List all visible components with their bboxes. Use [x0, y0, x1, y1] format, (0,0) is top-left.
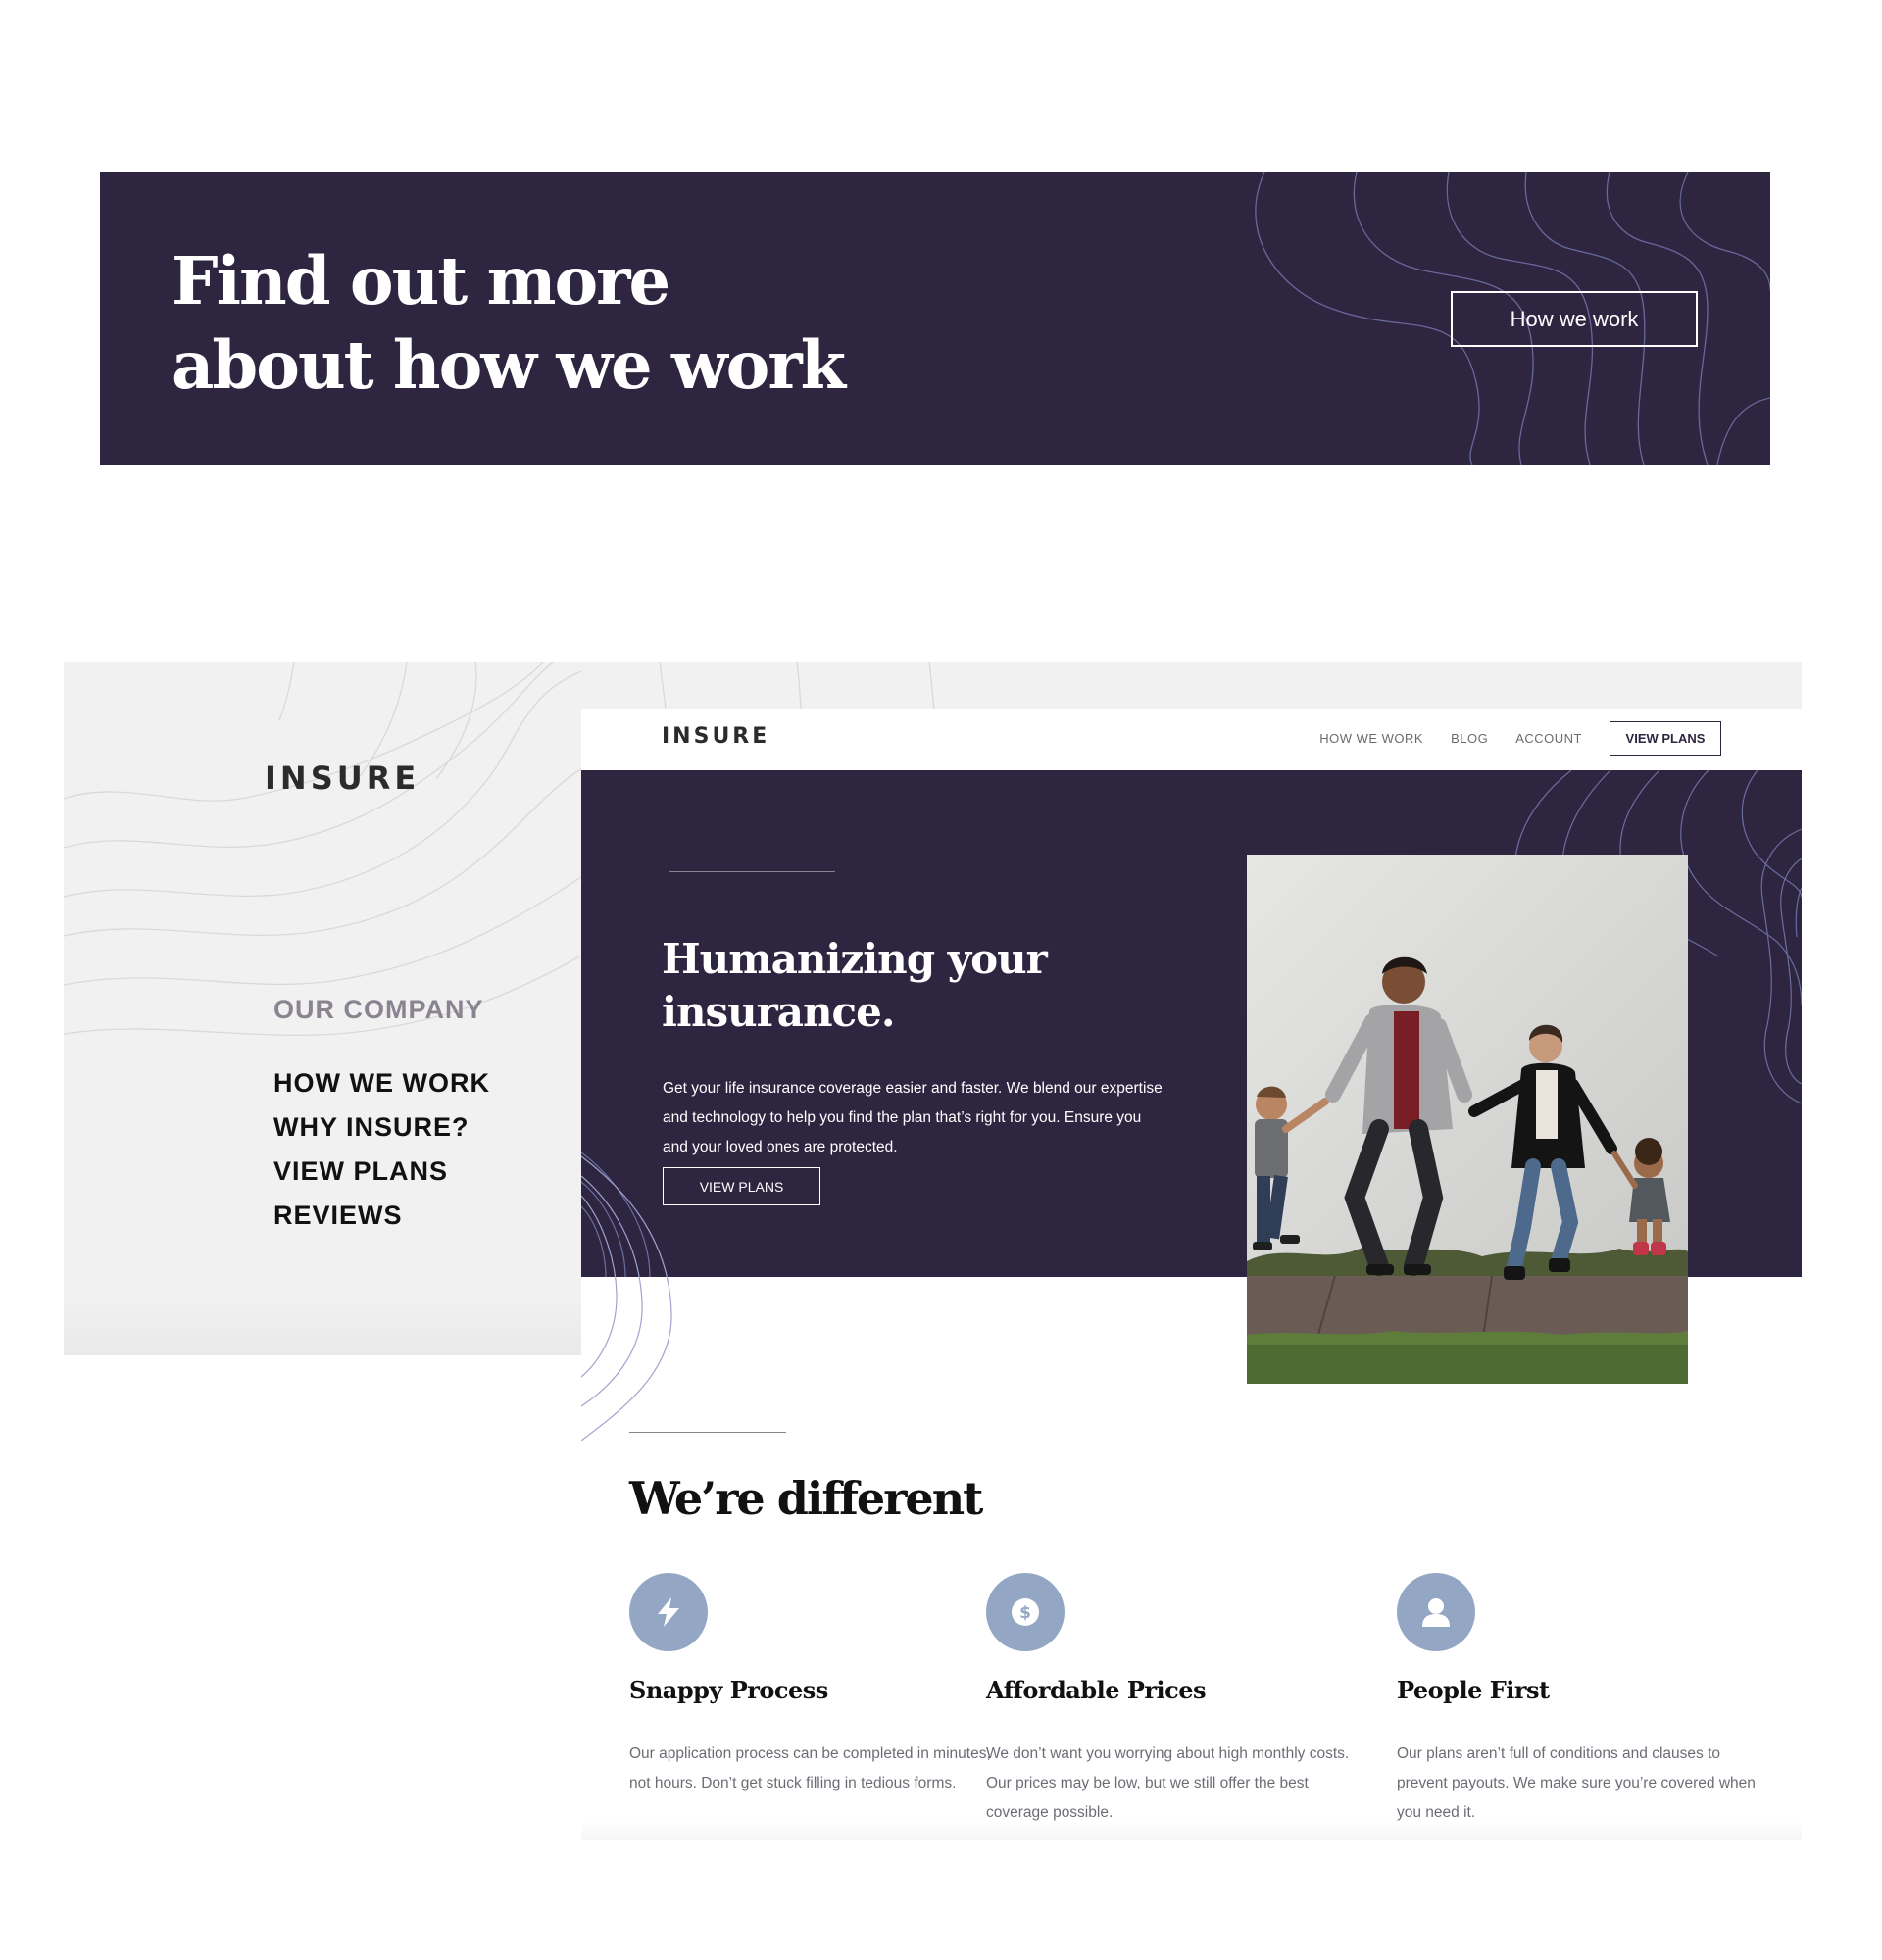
feature-icon-circle [1397, 1573, 1475, 1651]
different-title: We’re different [629, 1472, 983, 1525]
nav-account[interactable]: ACCOUNT [1515, 731, 1582, 746]
feature-text: Our plans aren’t full of conditions and … [1397, 1745, 1756, 1821]
feature-text: Our application process can be completed… [629, 1745, 991, 1791]
panel-fade [64, 1297, 581, 1355]
hero-title: Humanizing your insurance. [662, 935, 1048, 1036]
family-photo [1247, 855, 1688, 1384]
dollar-icon: $ [1012, 1598, 1039, 1626]
feature-title: Snappy Process [629, 1676, 828, 1704]
person-icon [1422, 1598, 1450, 1627]
menu-item-view-plans[interactable]: VIEW PLANS [273, 1150, 490, 1194]
lightning-icon [658, 1597, 679, 1627]
feature-snappy-process: Snappy Process Our application process c… [629, 1573, 1002, 1798]
contour-pattern [659, 662, 935, 709]
hero-divider [669, 871, 835, 872]
feature-affordable-prices: $ Affordable Prices We don’t want you wo… [986, 1573, 1359, 1828]
view-plans-nav-button[interactable]: VIEW PLANS [1610, 721, 1721, 756]
contour-pattern [581, 1155, 672, 1441]
nav-blog[interactable]: BLOG [1451, 731, 1488, 746]
menu-item-how-we-work[interactable]: HOW WE WORK [273, 1061, 490, 1105]
menu-heading: OUR COMPANY [273, 995, 484, 1024]
svg-text:$: $ [1019, 1603, 1031, 1623]
how-we-work-button[interactable]: How we work [1451, 291, 1698, 347]
nav-how-we-work[interactable]: HOW WE WORK [1319, 731, 1423, 746]
page-top-strip [581, 662, 1802, 709]
site-header: INSURE HOW WE WORK BLOG ACCOUNT VIEW PLA… [581, 709, 1802, 770]
different-divider [629, 1432, 786, 1433]
menu-item-reviews[interactable]: REVIEWS [273, 1194, 490, 1238]
feature-title: Affordable Prices [986, 1676, 1207, 1704]
menu-item-why-insure[interactable]: WHY INSURE? [273, 1105, 490, 1150]
menu-logo[interactable]: INSURE [265, 760, 420, 797]
cta-title: Find out more about how we work [172, 242, 846, 404]
feature-title: People First [1397, 1676, 1550, 1704]
page-bottom-fade [581, 1821, 1802, 1840]
menu-list: HOW WE WORK WHY INSURE? VIEW PLANS REVIE… [273, 1061, 490, 1238]
feature-text: We don’t want you worrying about high mo… [986, 1745, 1350, 1821]
site-nav: HOW WE WORK BLOG ACCOUNT VIEW PLANS [1292, 721, 1721, 756]
feature-icon-circle: $ [986, 1573, 1065, 1651]
mobile-menu-panel: INSURE OUR COMPANY HOW WE WORK WHY INSUR… [64, 662, 581, 1355]
feature-icon-circle [629, 1573, 708, 1651]
site-logo[interactable]: INSURE [662, 724, 769, 749]
feature-people-first: People First Our plans aren’t full of co… [1397, 1573, 1769, 1828]
hero-description: Get your life insurance coverage easier … [663, 1080, 1163, 1155]
cta-banner: Find out more about how we work How we w… [100, 172, 1770, 465]
